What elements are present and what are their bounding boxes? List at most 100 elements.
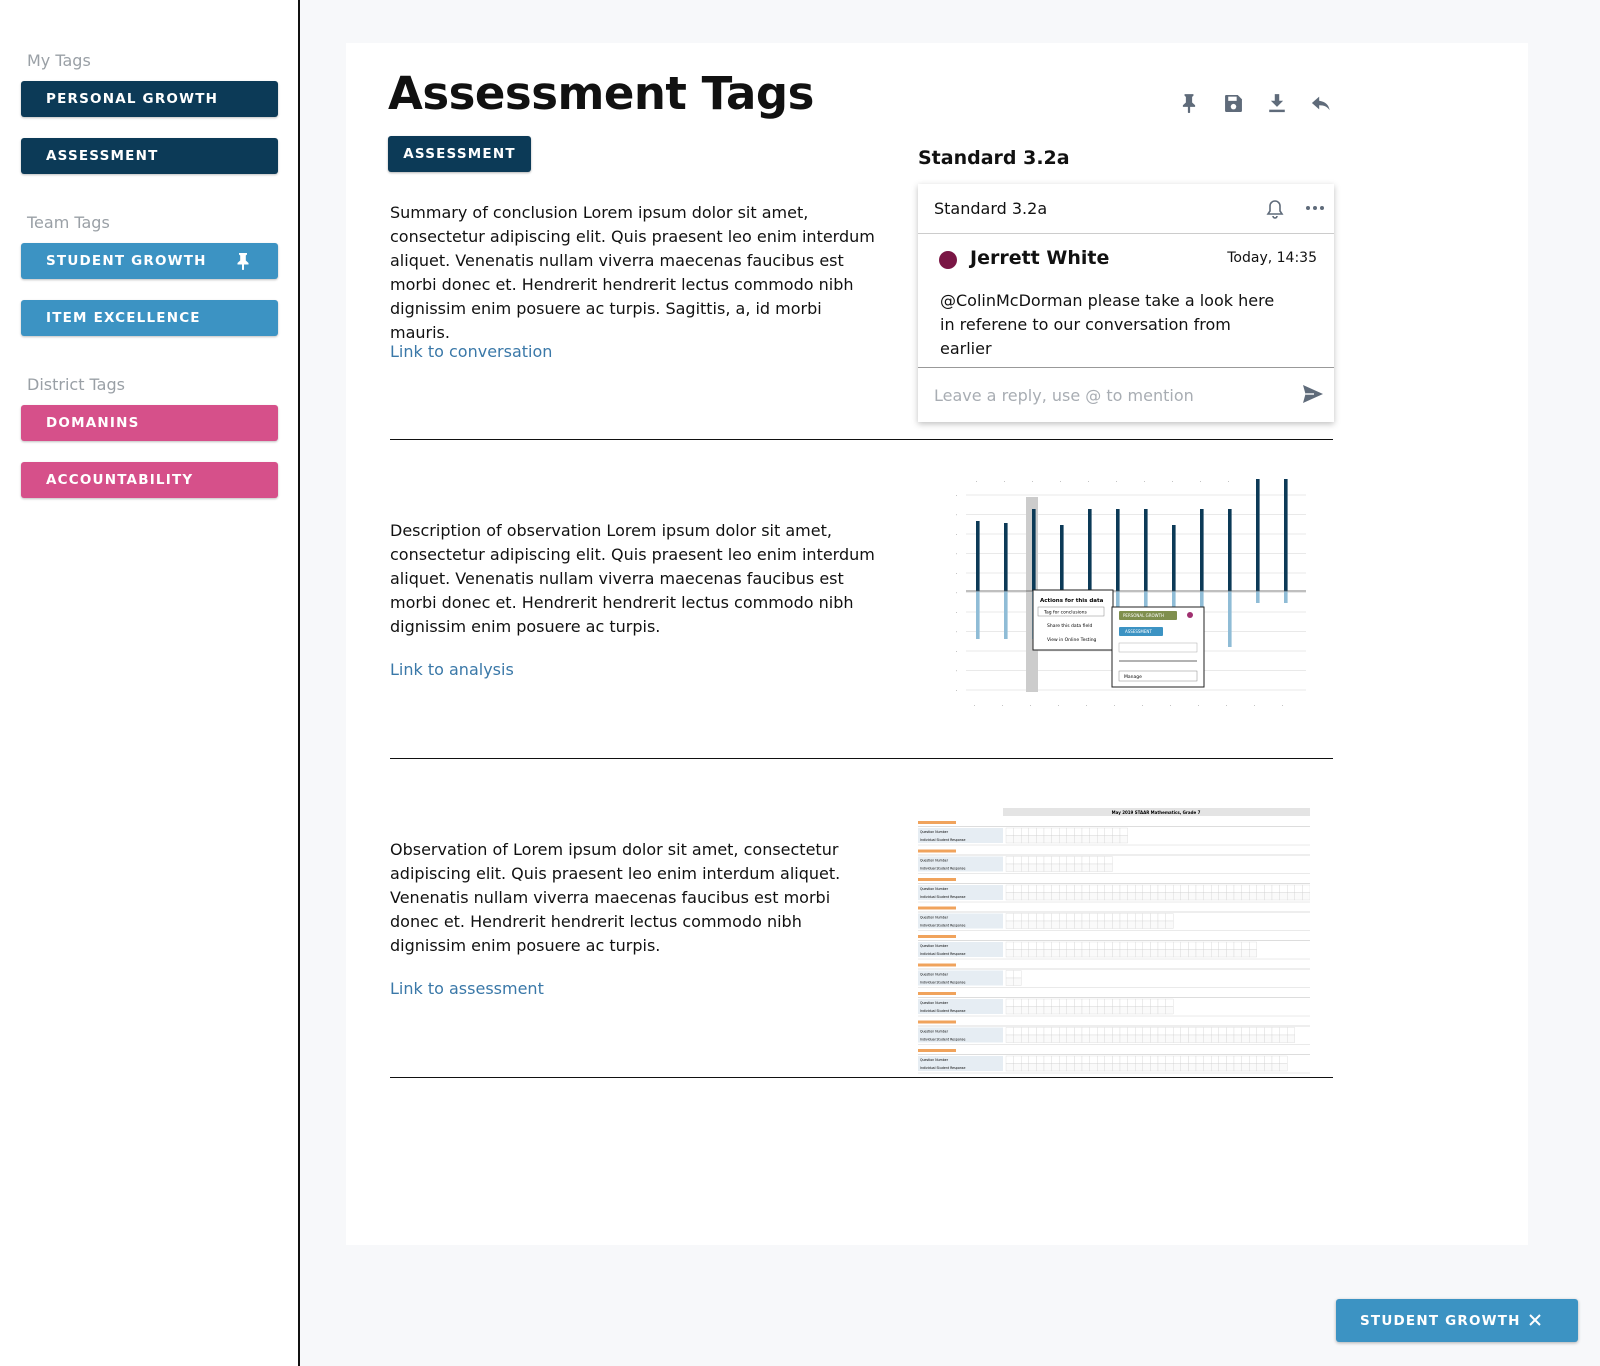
link-to-analysis[interactable]: Link to analysis — [390, 660, 514, 679]
table-row-label: Question Number — [920, 859, 949, 863]
send-icon[interactable] — [1302, 384, 1324, 404]
divider — [390, 1077, 1333, 1078]
svg-text:·: · — [1032, 480, 1033, 485]
svg-text:·: · — [1114, 704, 1115, 709]
observation-description-text: Description of observation Lorem ipsum d… — [390, 521, 875, 636]
comment-header: Standard 3.2a — [918, 184, 1334, 234]
svg-text:·: · — [956, 611, 957, 616]
popup-chip: PERSONAL GROWTH — [1123, 613, 1164, 618]
section-label-my-tags: My Tags — [27, 51, 91, 70]
popup-title: Actions for this data — [1040, 598, 1104, 604]
reply-bar — [918, 368, 1334, 423]
svg-text:·: · — [1228, 480, 1229, 485]
svg-text:·: · — [956, 514, 957, 519]
comment-message: @ColinMcDorman please take a look here i… — [940, 291, 1275, 358]
table-row-label: Individual Student Response — [920, 1009, 965, 1013]
table-thumb-title: May 2019 STAAR Mathematics, Grade 7 — [1112, 810, 1201, 815]
svg-text:·: · — [956, 689, 957, 694]
tag-label: ACCOUNTABILITY — [46, 472, 194, 488]
tag-assessment[interactable]: ASSESSMENT — [21, 138, 278, 174]
svg-text:·: · — [956, 650, 957, 655]
observation-text: Observation of Lorem ipsum dolor sit ame… — [390, 840, 841, 955]
table-row-label: Question Number — [920, 1030, 949, 1034]
chart-thumbnail[interactable]: · · · · · · · · · · · · · · · · · · · · · · · · · · · · · · · · · · · Ac… — [918, 475, 1318, 715]
svg-text:·: · — [1254, 704, 1255, 709]
popup-item: Tag for conclusions — [1043, 610, 1088, 616]
comment-header-title: Standard 3.2a — [934, 199, 1048, 218]
section-label-district-tags: District Tags — [27, 375, 125, 394]
table-row-label: Individual Student Response — [920, 1066, 965, 1070]
pin-icon[interactable] — [236, 252, 250, 270]
svg-text:·: · — [956, 572, 957, 577]
link-to-conversation[interactable]: Link to conversation — [390, 342, 552, 361]
summary-text: Summary of conclusion Lorem ipsum dolor … — [390, 203, 875, 342]
active-tag-chip[interactable]: ASSESSMENT — [388, 136, 531, 172]
svg-text:·: · — [1060, 480, 1061, 485]
svg-text:·: · — [956, 631, 957, 636]
table-row-label: Individual Student Response — [920, 924, 965, 928]
more-options-icon[interactable] — [1306, 206, 1324, 210]
avatar — [939, 251, 957, 269]
download-icon[interactable] — [1267, 93, 1287, 113]
tag-student-growth[interactable]: STUDENT GROWTH — [21, 243, 278, 279]
chart-thumbnail-image: · · · · · · · · · · · · · · · · · · · · · · · · · · · · · · · · · · · Ac… — [956, 479, 1306, 709]
tag-label: STUDENT GROWTH — [46, 253, 207, 269]
table-thumbnail-image: May 2019 STAAR Mathematics, Grade 7 Ques… — [918, 808, 1311, 1074]
table-row-label: Question Number — [920, 1001, 949, 1005]
svg-text:·: · — [1284, 480, 1285, 485]
save-icon[interactable] — [1223, 93, 1243, 113]
comment-card: Standard 3.2a Jerrett White Today, 14:35… — [918, 184, 1334, 423]
tag-accountability[interactable]: ACCOUNTABILITY — [21, 462, 278, 498]
standard-heading: Standard 3.2a — [918, 147, 1070, 169]
popup-item: Share this data field — [1047, 623, 1092, 629]
table-row-label: Individual Student Response — [920, 952, 965, 956]
toolbar — [1179, 93, 1331, 113]
svg-text:·: · — [1116, 480, 1117, 485]
tag-personal-growth[interactable]: PERSONAL GROWTH — [21, 81, 278, 117]
table-row-label: Question Number — [920, 887, 949, 891]
reply-input[interactable] — [918, 368, 1278, 423]
comment-time: Today, 14:35 — [1227, 250, 1317, 266]
svg-text:·: · — [1030, 704, 1031, 709]
svg-text:·: · — [1142, 704, 1143, 709]
sidebar: My Tags PERSONAL GROWTH ASSESSMENT Team … — [0, 0, 300, 1366]
table-row-label: Individual Student Response — [920, 981, 965, 985]
tag-label: ASSESSMENT — [46, 148, 159, 164]
table-row-label: Individual Student Response — [920, 1038, 965, 1042]
popup-item: View in Online Testing — [1047, 637, 1097, 643]
tag-domanins[interactable]: DOMANINS — [21, 405, 278, 441]
svg-text:·: · — [1172, 480, 1173, 485]
close-icon[interactable] — [1528, 1313, 1542, 1327]
link-to-assessment[interactable]: Link to assessment — [390, 979, 544, 998]
svg-text:·: · — [956, 553, 957, 558]
svg-text:·: · — [974, 704, 975, 709]
reply-icon[interactable] — [1311, 93, 1331, 113]
floating-student-growth-tag[interactable]: STUDENT GROWTH — [1336, 1299, 1578, 1342]
comment-author: Jerrett White — [970, 247, 1110, 269]
section-label-team-tags: Team Tags — [27, 213, 110, 232]
pin-icon[interactable] — [1179, 93, 1199, 113]
svg-text:·: · — [976, 480, 977, 485]
floating-tag-label: STUDENT GROWTH — [1360, 1312, 1521, 1329]
svg-text:·: · — [1170, 704, 1171, 709]
popup-chip: ASSESSMENT — [1125, 629, 1152, 634]
popup-manage: Manage — [1124, 674, 1142, 680]
table-thumbnail[interactable]: May 2019 STAAR Mathematics, Grade 7 Ques… — [918, 808, 1311, 1076]
tag-label: ITEM EXCELLENCE — [46, 310, 201, 326]
svg-text:·: · — [1226, 704, 1227, 709]
bell-icon[interactable] — [1266, 199, 1284, 219]
table-row-label: Question Number — [920, 916, 949, 920]
divider — [390, 439, 1333, 440]
svg-text:·: · — [1256, 480, 1257, 485]
comment-body: Jerrett White Today, 14:35 @ColinMcDorma… — [918, 234, 1334, 368]
svg-text:·: · — [1002, 704, 1003, 709]
svg-text:·: · — [956, 592, 957, 597]
svg-text:·: · — [956, 670, 957, 675]
tag-item-excellence[interactable]: ITEM EXCELLENCE — [21, 300, 278, 336]
content-card: Assessment Tags ASSESSMENT Standard 3.2a… — [346, 43, 1528, 1245]
svg-text:·: · — [1058, 704, 1059, 709]
table-row-label: Question Number — [920, 1058, 949, 1062]
table-row-label: Individual Student Response — [920, 867, 965, 871]
table-row-label: Individual Student Response — [920, 838, 965, 842]
tag-label: DOMANINS — [46, 415, 140, 431]
